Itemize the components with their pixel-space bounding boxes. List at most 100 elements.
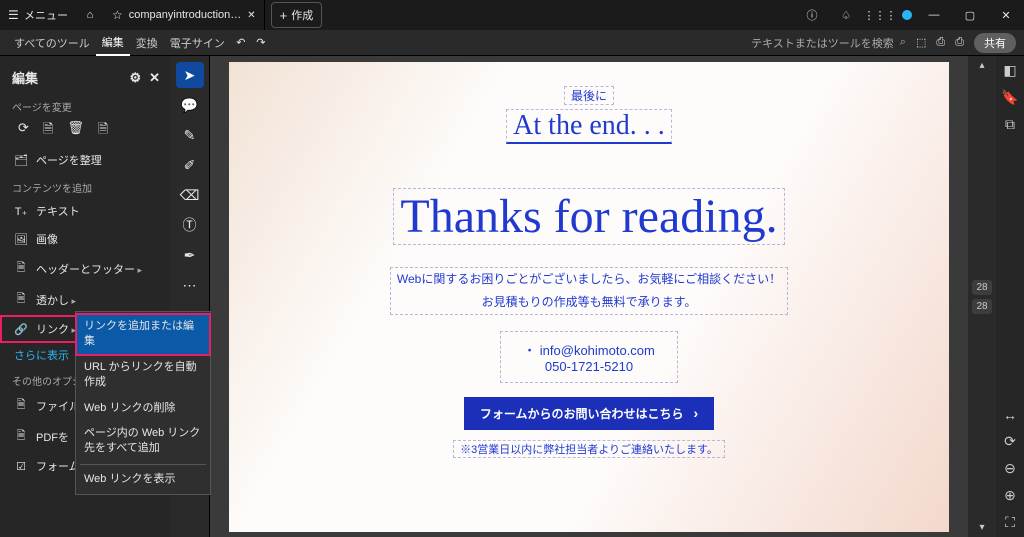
crop-page-icon[interactable]: 🗎 — [98, 120, 108, 142]
text-note[interactable]: ※3営業日以内に弊社担当者よりご連絡いたします。 — [453, 440, 725, 458]
select-tool[interactable]: ➤ — [176, 62, 204, 88]
organize-pages-item[interactable]: 🗂 ページを整理 — [0, 146, 170, 174]
search-placeholder: テキストまたはツールを検索 — [751, 35, 894, 51]
desc-line1: Webに関するお困りごとがございましたら、お気軽にご相談ください！ — [397, 268, 781, 291]
apps-icon[interactable]: ⋮⋮⋮ — [868, 0, 892, 30]
close-window-button[interactable]: ✕ — [988, 0, 1024, 30]
scroll-up-icon[interactable]: ▴ — [979, 60, 984, 71]
add-image-label: 画像 — [36, 231, 58, 247]
ctx-auto-url[interactable]: URL からリンクを自動作成 — [76, 355, 210, 396]
panel-header: 編集 ⚙ ✕ — [0, 64, 170, 93]
right-rail-bottom: ↔ ⟳ ⊖ ⊕ ⛶ — [1003, 407, 1017, 531]
zoom-in-icon[interactable]: ⊕ — [1004, 487, 1016, 504]
zoom-out-icon[interactable]: ⊖ — [1004, 460, 1016, 477]
panel-toggle-icon[interactable]: ◧ — [1003, 62, 1016, 79]
help-icon[interactable]: ⓘ — [800, 0, 824, 30]
text-jp-last[interactable]: 最後に — [564, 86, 614, 105]
more-tools[interactable]: ⋯ — [176, 272, 204, 298]
page-actions-row: ⟳ 🗎 🗑 🗎 — [0, 116, 170, 146]
page-badges: 28 28 — [972, 280, 991, 314]
tab-edit[interactable]: 編集 — [96, 30, 130, 56]
header-footer-item[interactable]: 🗎 ヘッダーとフッター — [0, 253, 170, 284]
contact-block[interactable]: ・ info@kohimoto.com 050-1721-5210 — [500, 331, 678, 383]
account-avatar[interactable] — [902, 10, 912, 20]
scroll-down-icon[interactable]: ▾ — [979, 522, 984, 533]
header-footer-label: ヘッダーとフッター — [36, 261, 142, 277]
search-icon: ⌕ — [900, 36, 906, 49]
page-indicator-strip: ▴ 28 28 ▾ — [968, 56, 996, 537]
bullet-icon: ・ — [523, 343, 536, 358]
total-page-badge: 28 — [972, 299, 991, 314]
print-icon[interactable]: ⎙ — [955, 36, 964, 49]
titlebar-right: ⓘ ♤ ⋮⋮⋮ — [800, 0, 916, 30]
maximize-button[interactable]: ▢ — [952, 0, 988, 30]
panel-title: 編集 — [12, 68, 38, 87]
gear-icon[interactable]: ⚙ — [129, 70, 141, 86]
section-label-content: コンテンツを追加 — [0, 174, 170, 197]
draw-tool[interactable]: ✐ — [176, 152, 204, 178]
current-page-badge[interactable]: 28 — [972, 280, 991, 295]
text-en-last[interactable]: At the end. . . — [506, 109, 672, 144]
ctx-divider — [80, 464, 206, 465]
fit-width-icon[interactable]: ↔ — [1003, 407, 1017, 423]
ctx-add-all-web[interactable]: ページ内の Web リンク先をすべて追加 — [76, 421, 210, 462]
toolbar-right-icons: ⬚ ⎙ ⎙ 共有 — [916, 33, 1016, 53]
titlebar: メニュー ⌂ companyintroduction… 作成 ⓘ ♤ ⋮⋮⋮ —… — [0, 0, 1024, 30]
watermark-label: 透かし — [36, 292, 76, 308]
tab-esign[interactable]: 電子サイン — [164, 31, 231, 55]
undo-button[interactable]: ↶ — [231, 36, 251, 49]
text-thanks[interactable]: Thanks for reading. — [393, 188, 784, 245]
rotate-view-icon[interactable]: ⟳ — [1004, 433, 1016, 450]
pdf-page[interactable]: 最後に At the end. . . Thanks for reading. … — [229, 62, 949, 532]
new-tab-button[interactable]: 作成 — [271, 2, 323, 28]
redo-button[interactable]: ↷ — [251, 36, 271, 49]
ctx-show-web[interactable]: Web リンクを表示 — [76, 467, 210, 492]
contact-phone: 050-1721-5210 — [523, 359, 655, 374]
add-text-label: テキスト — [36, 203, 80, 219]
copy-rail-icon[interactable]: ⧉ — [1005, 116, 1015, 133]
extract-icon[interactable]: 🗎 — [43, 120, 53, 142]
close-panel-icon[interactable]: ✕ — [149, 70, 160, 86]
bookmark-rail-icon[interactable]: 🔖 — [1001, 89, 1018, 106]
text-tool[interactable]: Ⓣ — [176, 212, 204, 238]
minimize-button[interactable]: — — [916, 0, 952, 30]
highlight-tool[interactable]: ✎ — [176, 122, 204, 148]
tab-convert[interactable]: 変換 — [130, 31, 164, 55]
rotate-icon[interactable]: ⟳ — [18, 120, 29, 142]
menu-button[interactable]: メニュー — [0, 0, 76, 30]
erase-tool[interactable]: ⌫ — [176, 182, 204, 208]
add-image-item[interactable]: 🖼 画像 — [0, 225, 170, 253]
form-label: フォーム — [36, 458, 80, 474]
file-reduce-icon: 🗎 — [14, 396, 28, 415]
comment-tool[interactable]: 💬 — [176, 92, 204, 118]
save-icon[interactable]: ⬚ — [916, 36, 926, 49]
window-controls: — ▢ ✕ — [916, 0, 1024, 30]
toolbar: すべてのツール 編集 変換 電子サイン ↶ ↷ テキストまたはツールを検索 ⌕ … — [0, 30, 1024, 56]
text-description[interactable]: Webに関するお困りごとがございましたら、お気軽にご相談ください！ お見積もりの… — [390, 267, 788, 315]
thanks-label: Thanks for reading. — [400, 190, 777, 243]
ctx-delete-web[interactable]: Web リンクの削除 — [76, 396, 210, 421]
link-context-menu: リンクを追加または編集 URL からリンクを自動作成 Web リンクの削除 ペー… — [75, 311, 211, 495]
pdf-icon: 🗎 — [14, 427, 28, 446]
section-label-page: ページを変更 — [0, 93, 170, 116]
cta-button[interactable]: フォームからのお問い合わせはこちら — [464, 397, 714, 430]
menu-label: メニュー — [24, 7, 68, 23]
share-button[interactable]: 共有 — [974, 33, 1016, 53]
cloud-icon[interactable]: ⎙ — [936, 36, 945, 49]
close-tab-icon[interactable] — [247, 9, 255, 21]
text-icon: T₊ — [14, 205, 28, 218]
fullscreen-icon[interactable]: ⛶ — [1005, 514, 1015, 531]
right-rail: ◧ 🔖 ⧉ ↔ ⟳ ⊖ ⊕ ⛶ — [996, 56, 1024, 537]
document-tab[interactable]: companyintroduction… — [104, 0, 265, 30]
sign-tool[interactable]: ✒ — [176, 242, 204, 268]
ctx-add-edit-link[interactable]: リンクを追加または編集 — [76, 314, 210, 355]
notification-icon[interactable]: ♤ — [834, 0, 858, 30]
header-footer-icon: 🗎 — [14, 259, 28, 278]
search-box[interactable]: テキストまたはツールを検索 ⌕ — [751, 35, 906, 51]
add-text-item[interactable]: T₊ テキスト — [0, 197, 170, 225]
tab-title: companyintroduction… — [129, 9, 242, 21]
tab-all-tools[interactable]: すべてのツール — [8, 31, 96, 55]
delete-page-icon[interactable]: 🗑 — [67, 120, 84, 142]
document-canvas[interactable]: 最後に At the end. . . Thanks for reading. … — [210, 56, 968, 537]
home-button[interactable]: ⌂ — [76, 0, 104, 30]
